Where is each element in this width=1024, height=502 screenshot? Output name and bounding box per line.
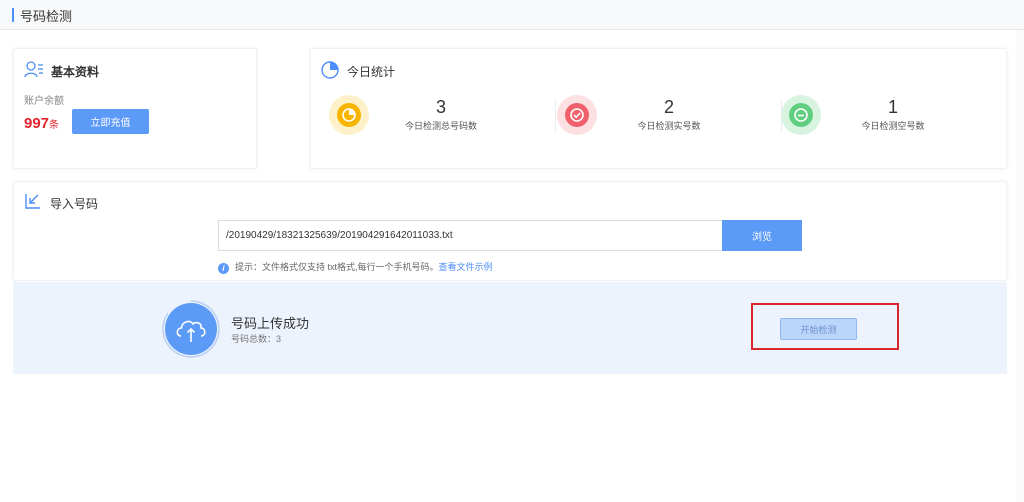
title-accent-bar: [12, 8, 14, 22]
format-hint: i 提示：文件格式仅支持 txt格式,每行一个手机号码。查看文件示例: [218, 260, 493, 274]
chat-bubble-icon: [794, 108, 808, 122]
user-profile-icon: [24, 61, 43, 78]
stat-total-value: 3: [435, 97, 446, 117]
upload-count: 号码总数：3: [231, 334, 282, 344]
pie-chart-icon: [321, 61, 339, 79]
file-path-input[interactable]: /20190429/18321325639/201904291642011033…: [218, 220, 723, 251]
import-arrow-icon: [25, 194, 40, 209]
recharge-button[interactable]: 立即充值: [72, 109, 149, 134]
scrollbar[interactable]: [1016, 30, 1024, 502]
upload-result-panel: 号码上传成功 号码总数：3 开始检测: [13, 282, 1007, 374]
stat-valid-badge: [557, 95, 597, 135]
stat-empty-label: 今日检测空号数: [861, 121, 925, 131]
stat-empty: 1 今日检测空号数: [763, 95, 983, 137]
stat-total: 3 今日检测总号码数: [311, 95, 531, 137]
page-title: 号码检测: [20, 9, 73, 24]
basic-info-card: 基本资料 账户余额 997条 立即充值: [13, 48, 257, 169]
stat-empty-badge: [781, 95, 821, 135]
start-check-button[interactable]: 开始检测: [780, 318, 857, 340]
balance-unit: 条: [49, 120, 60, 131]
hint-text: 提示：文件格式仅支持 txt格式,每行一个手机号码。: [235, 262, 439, 272]
check-circle-icon: [570, 108, 584, 122]
import-title: 导入号码: [50, 197, 99, 211]
page-header: 号码检测: [0, 0, 1024, 30]
stat-empty-value: 1: [887, 97, 898, 117]
stat-valid: 2 今日检测实号数: [539, 95, 759, 137]
balance-value: 997: [24, 115, 50, 132]
pie-slice-icon: [342, 108, 356, 122]
import-card: 导入号码 /20190429/18321325639/2019042916420…: [13, 181, 1007, 281]
balance-label: 账户余额: [24, 96, 64, 107]
stat-total-badge: [329, 95, 369, 135]
balance-display: 997条: [24, 115, 59, 133]
view-sample-link[interactable]: 查看文件示例: [439, 262, 493, 272]
today-stats-title: 今日统计: [347, 65, 396, 79]
basic-info-title: 基本资料: [51, 65, 100, 79]
stat-valid-value: 2: [663, 97, 674, 117]
cloud-upload-icon: [162, 300, 220, 358]
info-icon: i: [218, 263, 229, 274]
today-stats-card: 今日统计 3 今日检测总号码数 2 今日检测实号数 1 今日检测空号数: [310, 48, 1007, 169]
stat-valid-label: 今日检测实号数: [637, 121, 701, 131]
upload-success-title: 号码上传成功: [231, 316, 310, 331]
browse-button[interactable]: 浏览: [722, 220, 802, 251]
stat-total-label: 今日检测总号码数: [404, 121, 477, 131]
